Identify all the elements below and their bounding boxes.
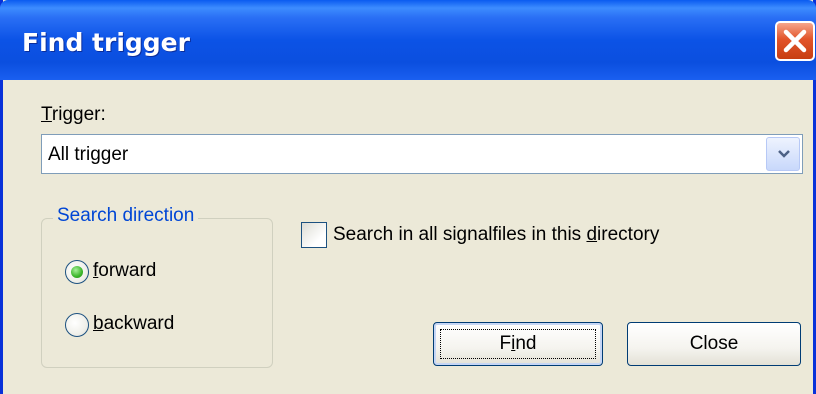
trigger-select[interactable]: All trigger: [41, 134, 803, 174]
close-icon: [783, 29, 807, 53]
search-all-files-label[interactable]: Search in all signalfiles in this direct…: [333, 224, 659, 246]
title-bar[interactable]: Find trigger: [0, 0, 816, 80]
radio-forward-button[interactable]: [65, 260, 89, 284]
radio-selected-dot: [71, 266, 83, 278]
find-button-label: Find: [499, 333, 537, 354]
search-all-files-checkbox[interactable]: [301, 222, 327, 248]
trigger-dropdown-button[interactable]: [766, 137, 800, 171]
radio-backward-label[interactable]: backward: [93, 313, 174, 335]
radio-backward-button[interactable]: [65, 313, 89, 337]
trigger-select-value: All trigger: [48, 144, 129, 165]
close-button-label: Close: [689, 333, 739, 354]
radio-forward-label[interactable]: forward: [93, 260, 156, 282]
close-button[interactable]: Close: [627, 322, 801, 366]
window-title: Find trigger: [22, 28, 190, 57]
chevron-down-icon: [778, 150, 790, 158]
find-trigger-dialog: Find trigger Trigger: All trigger Search…: [0, 0, 816, 394]
search-direction-legend: Search direction: [53, 205, 199, 227]
find-button[interactable]: Find: [433, 322, 603, 366]
close-window-button[interactable]: [775, 21, 815, 61]
search-direction-group: [41, 218, 273, 368]
trigger-label: Trigger:: [41, 104, 106, 125]
